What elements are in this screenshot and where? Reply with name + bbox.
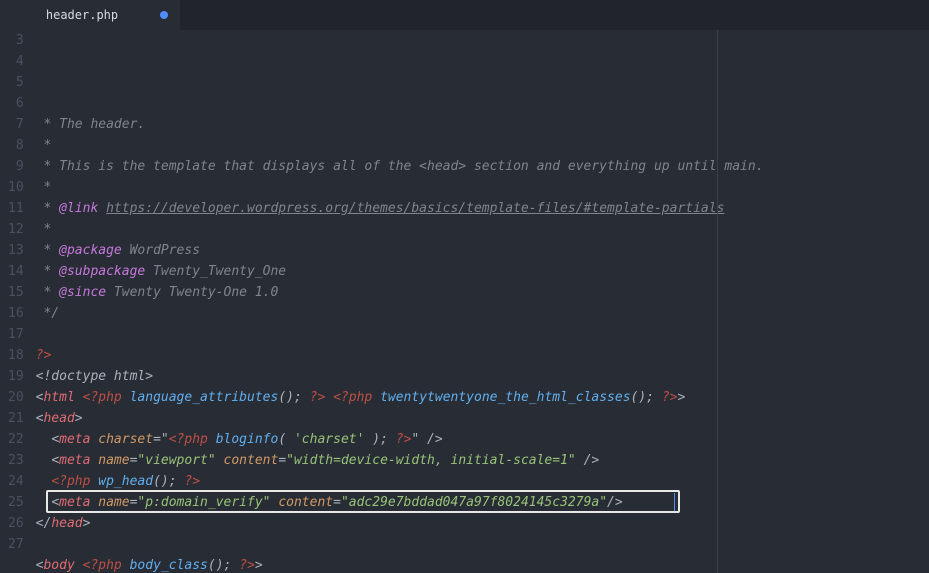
line-number: 21	[8, 408, 24, 429]
line-number: 20	[8, 387, 24, 408]
code-line[interactable]: *	[36, 135, 929, 156]
code-line[interactable]: * The header.	[36, 114, 929, 135]
line-number: 8	[8, 135, 24, 156]
text-cursor	[674, 493, 675, 511]
line-number: 5	[8, 72, 24, 93]
line-number: 10	[8, 177, 24, 198]
line-number: 14	[8, 261, 24, 282]
line-number: 9	[8, 156, 24, 177]
line-number: 26	[8, 513, 24, 534]
code-line[interactable]: </head>	[36, 513, 929, 534]
line-number: 4	[8, 51, 24, 72]
line-number: 3	[8, 30, 24, 51]
code-line[interactable]: <?php wp_head(); ?>	[36, 471, 929, 492]
code-line[interactable]: <meta name="viewport" content="width=dev…	[36, 450, 929, 471]
line-number: 7	[8, 114, 24, 135]
vertical-scrollbar[interactable]	[919, 30, 929, 573]
code-line[interactable]: *	[36, 177, 929, 198]
code-line[interactable]: <head>	[36, 408, 929, 429]
line-numbers-gutter: 3456789101112131415161718192021222324252…	[0, 30, 36, 573]
line-number: 17	[8, 324, 24, 345]
line-number: 13	[8, 240, 24, 261]
line-number: 19	[8, 366, 24, 387]
code-line[interactable]: *	[36, 219, 929, 240]
code-area[interactable]: * The header. * * This is the template t…	[36, 30, 929, 573]
code-line[interactable]: * @package WordPress	[36, 240, 929, 261]
code-line[interactable]: ?>	[36, 345, 929, 366]
code-line[interactable]: * @link https://developer.wordpress.org/…	[36, 198, 929, 219]
code-line[interactable]: <body <?php body_class(); ?>>	[36, 555, 929, 573]
code-line[interactable]: <meta name="p:domain_verify" content="ad…	[36, 492, 929, 513]
line-number: 22	[8, 429, 24, 450]
code-line[interactable]: <!doctype html>	[36, 366, 929, 387]
code-line[interactable]	[36, 534, 929, 555]
editor[interactable]: 3456789101112131415161718192021222324252…	[0, 30, 929, 573]
code-line[interactable]: <meta charset="<?php bloginfo( 'charset'…	[36, 429, 929, 450]
line-number: 23	[8, 450, 24, 471]
code-line[interactable]: * This is the template that displays all…	[36, 156, 929, 177]
line-number: 25	[8, 492, 24, 513]
line-number: 6	[8, 93, 24, 114]
code-line[interactable]	[36, 324, 929, 345]
line-number: 18	[8, 345, 24, 366]
code-line[interactable]: */	[36, 303, 929, 324]
line-number: 24	[8, 471, 24, 492]
tab-header-php[interactable]: header.php	[0, 0, 180, 30]
tab-title: header.php	[12, 8, 152, 22]
modified-indicator-icon	[160, 11, 168, 19]
line-number: 12	[8, 219, 24, 240]
line-number: 11	[8, 198, 24, 219]
code-line[interactable]: * @since Twenty Twenty-One 1.0	[36, 282, 929, 303]
line-number: 16	[8, 303, 24, 324]
tab-bar: header.php	[0, 0, 929, 30]
code-line[interactable]: <html <?php language_attributes(); ?> <?…	[36, 387, 929, 408]
code-line[interactable]: * @subpackage Twenty_Twenty_One	[36, 261, 929, 282]
line-number: 15	[8, 282, 24, 303]
line-number: 27	[8, 534, 24, 555]
